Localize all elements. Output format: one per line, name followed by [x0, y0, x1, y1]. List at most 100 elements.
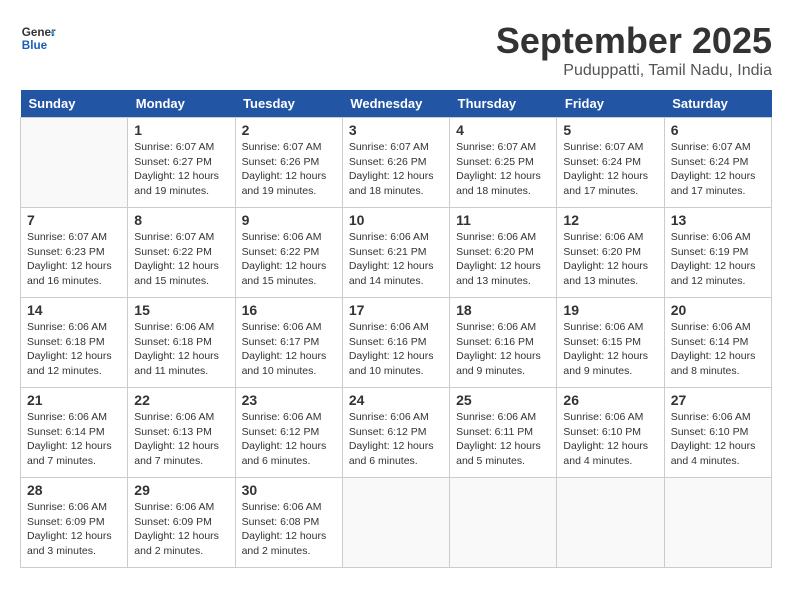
date-number: 27 — [671, 392, 765, 408]
date-number: 16 — [242, 302, 336, 318]
cell-info: Sunrise: 6:07 AM Sunset: 6:26 PM Dayligh… — [242, 140, 336, 199]
date-number: 17 — [349, 302, 443, 318]
cell-info: Sunrise: 6:06 AM Sunset: 6:13 PM Dayligh… — [134, 410, 228, 469]
date-number: 20 — [671, 302, 765, 318]
cell-info: Sunrise: 6:06 AM Sunset: 6:20 PM Dayligh… — [563, 230, 657, 289]
calendar-cell: 30 Sunrise: 6:06 AM Sunset: 6:08 PM Dayli… — [235, 478, 342, 568]
day-header-friday: Friday — [557, 90, 664, 118]
calendar-cell: 21Sunrise: 6:06 AM Sunset: 6:14 PM Dayli… — [21, 388, 128, 478]
cell-info: Sunrise: 6:06 AM Sunset: 6:16 PM Dayligh… — [349, 320, 443, 379]
calendar-cell: 28 Sunrise: 6:06 AM Sunset: 6:09 PM Dayli… — [21, 478, 128, 568]
date-number: 28 — [27, 482, 121, 498]
date-number: 9 — [242, 212, 336, 228]
cell-info: Sunrise: 6:07 AM Sunset: 6:26 PM Dayligh… — [349, 140, 443, 199]
date-number: 8 — [134, 212, 228, 228]
date-number: 12 — [563, 212, 657, 228]
calendar-cell: 10 Sunrise: 6:06 AM Sunset: 6:21 PM Dayli… — [342, 208, 449, 298]
day-header-wednesday: Wednesday — [342, 90, 449, 118]
cell-info: Sunrise: 6:07 AM Sunset: 6:25 PM Dayligh… — [456, 140, 550, 199]
cell-info: Sunrise: 6:07 AM Sunset: 6:27 PM Dayligh… — [134, 140, 228, 199]
calendar-cell: 17 Sunrise: 6:06 AM Sunset: 6:16 PM Dayli… — [342, 298, 449, 388]
cell-info: Sunrise: 6:06 AM Sunset: 6:08 PM Dayligh… — [242, 500, 336, 559]
date-number: 30 — [242, 482, 336, 498]
cell-info: Sunrise: 6:06 AM Sunset: 6:09 PM Dayligh… — [134, 500, 228, 559]
cell-info: Sunrise: 6:07 AM Sunset: 6:22 PM Dayligh… — [134, 230, 228, 289]
cell-info: Sunrise: 6:06 AM Sunset: 6:19 PM Dayligh… — [671, 230, 765, 289]
cell-info: Sunrise: 6:06 AM Sunset: 6:20 PM Dayligh… — [456, 230, 550, 289]
date-number: 22 — [134, 392, 228, 408]
month-title: September 2025 — [496, 20, 772, 62]
date-number: 7 — [27, 212, 121, 228]
calendar-cell: 15 Sunrise: 6:06 AM Sunset: 6:18 PM Dayli… — [128, 298, 235, 388]
calendar-body: 1 Sunrise: 6:07 AM Sunset: 6:27 PM Daylig… — [21, 118, 772, 568]
day-header-sunday: Sunday — [21, 90, 128, 118]
date-number: 1 — [134, 122, 228, 138]
location-title: Puduppatti, Tamil Nadu, India — [496, 62, 772, 80]
cell-info: Sunrise: 6:06 AM Sunset: 6:18 PM Dayligh… — [27, 320, 121, 379]
calendar-cell — [450, 478, 557, 568]
days-header-row: SundayMondayTuesdayWednesdayThursdayFrid… — [21, 90, 772, 118]
date-number: 18 — [456, 302, 550, 318]
date-number: 11 — [456, 212, 550, 228]
calendar-cell: 9 Sunrise: 6:06 AM Sunset: 6:22 PM Daylig… — [235, 208, 342, 298]
cell-info: Sunrise: 6:06 AM Sunset: 6:17 PM Dayligh… — [242, 320, 336, 379]
day-header-monday: Monday — [128, 90, 235, 118]
cell-info: Sunrise: 6:06 AM Sunset: 6:10 PM Dayligh… — [563, 410, 657, 469]
cell-info: Sunrise: 6:06 AM Sunset: 6:12 PM Dayligh… — [349, 410, 443, 469]
day-header-thursday: Thursday — [450, 90, 557, 118]
logo-icon: General Blue — [20, 20, 56, 56]
calendar-cell: 24 Sunrise: 6:06 AM Sunset: 6:12 PM Dayli… — [342, 388, 449, 478]
date-number: 23 — [242, 392, 336, 408]
date-number: 4 — [456, 122, 550, 138]
cell-info: Sunrise: 6:06 AM Sunset: 6:09 PM Dayligh… — [27, 500, 121, 559]
week-row-5: 28 Sunrise: 6:06 AM Sunset: 6:09 PM Dayli… — [21, 478, 772, 568]
cell-info: Sunrise: 6:06 AM Sunset: 6:22 PM Dayligh… — [242, 230, 336, 289]
week-row-3: 14 Sunrise: 6:06 AM Sunset: 6:18 PM Dayli… — [21, 298, 772, 388]
cell-info: Sunrise: 6:06 AM Sunset: 6:11 PM Dayligh… — [456, 410, 550, 469]
calendar-cell: 8 Sunrise: 6:07 AM Sunset: 6:22 PM Daylig… — [128, 208, 235, 298]
calendar-cell: 25Sunrise: 6:06 AM Sunset: 6:11 PM Dayli… — [450, 388, 557, 478]
cell-info: Sunrise: 6:06 AM Sunset: 6:15 PM Dayligh… — [563, 320, 657, 379]
calendar-cell: 1 Sunrise: 6:07 AM Sunset: 6:27 PM Daylig… — [128, 118, 235, 208]
calendar-cell: 2 Sunrise: 6:07 AM Sunset: 6:26 PM Daylig… — [235, 118, 342, 208]
cell-info: Sunrise: 6:06 AM Sunset: 6:12 PM Dayligh… — [242, 410, 336, 469]
cell-info: Sunrise: 6:07 AM Sunset: 6:24 PM Dayligh… — [563, 140, 657, 199]
calendar-cell: 16 Sunrise: 6:06 AM Sunset: 6:17 PM Dayli… — [235, 298, 342, 388]
calendar-cell: 13 Sunrise: 6:06 AM Sunset: 6:19 PM Dayli… — [664, 208, 771, 298]
date-number: 15 — [134, 302, 228, 318]
day-header-tuesday: Tuesday — [235, 90, 342, 118]
week-row-2: 7Sunrise: 6:07 AM Sunset: 6:23 PM Daylig… — [21, 208, 772, 298]
calendar-cell: 20 Sunrise: 6:06 AM Sunset: 6:14 PM Dayli… — [664, 298, 771, 388]
date-number: 3 — [349, 122, 443, 138]
cell-info: Sunrise: 6:06 AM Sunset: 6:18 PM Dayligh… — [134, 320, 228, 379]
date-number: 10 — [349, 212, 443, 228]
date-number: 5 — [563, 122, 657, 138]
calendar-cell: 6Sunrise: 6:07 AM Sunset: 6:24 PM Daylig… — [664, 118, 771, 208]
calendar-cell: 12 Sunrise: 6:06 AM Sunset: 6:20 PM Dayli… — [557, 208, 664, 298]
calendar-cell: 22 Sunrise: 6:06 AM Sunset: 6:13 PM Dayli… — [128, 388, 235, 478]
title-area: September 2025 Puduppatti, Tamil Nadu, I… — [496, 20, 772, 80]
calendar-cell: 19Sunrise: 6:06 AM Sunset: 6:15 PM Dayli… — [557, 298, 664, 388]
week-row-1: 1 Sunrise: 6:07 AM Sunset: 6:27 PM Daylig… — [21, 118, 772, 208]
calendar-cell: 3 Sunrise: 6:07 AM Sunset: 6:26 PM Daylig… — [342, 118, 449, 208]
date-number: 29 — [134, 482, 228, 498]
calendar-cell: 5 Sunrise: 6:07 AM Sunset: 6:24 PM Daylig… — [557, 118, 664, 208]
calendar-cell — [342, 478, 449, 568]
date-number: 13 — [671, 212, 765, 228]
cell-info: Sunrise: 6:06 AM Sunset: 6:14 PM Dayligh… — [671, 320, 765, 379]
cell-info: Sunrise: 6:06 AM Sunset: 6:21 PM Dayligh… — [349, 230, 443, 289]
date-number: 24 — [349, 392, 443, 408]
week-row-4: 21Sunrise: 6:06 AM Sunset: 6:14 PM Dayli… — [21, 388, 772, 478]
date-number: 14 — [27, 302, 121, 318]
calendar-cell: 29 Sunrise: 6:06 AM Sunset: 6:09 PM Dayli… — [128, 478, 235, 568]
logo: General Blue — [20, 20, 56, 56]
calendar-cell: 11 Sunrise: 6:06 AM Sunset: 6:20 PM Dayli… — [450, 208, 557, 298]
calendar-cell: 27 Sunrise: 6:06 AM Sunset: 6:10 PM Dayli… — [664, 388, 771, 478]
cell-info: Sunrise: 6:07 AM Sunset: 6:24 PM Dayligh… — [671, 140, 765, 199]
day-header-saturday: Saturday — [664, 90, 771, 118]
date-number: 26 — [563, 392, 657, 408]
cell-info: Sunrise: 6:06 AM Sunset: 6:16 PM Dayligh… — [456, 320, 550, 379]
calendar-table: SundayMondayTuesdayWednesdayThursdayFrid… — [20, 90, 772, 568]
date-number: 2 — [242, 122, 336, 138]
cell-info: Sunrise: 6:06 AM Sunset: 6:10 PM Dayligh… — [671, 410, 765, 469]
